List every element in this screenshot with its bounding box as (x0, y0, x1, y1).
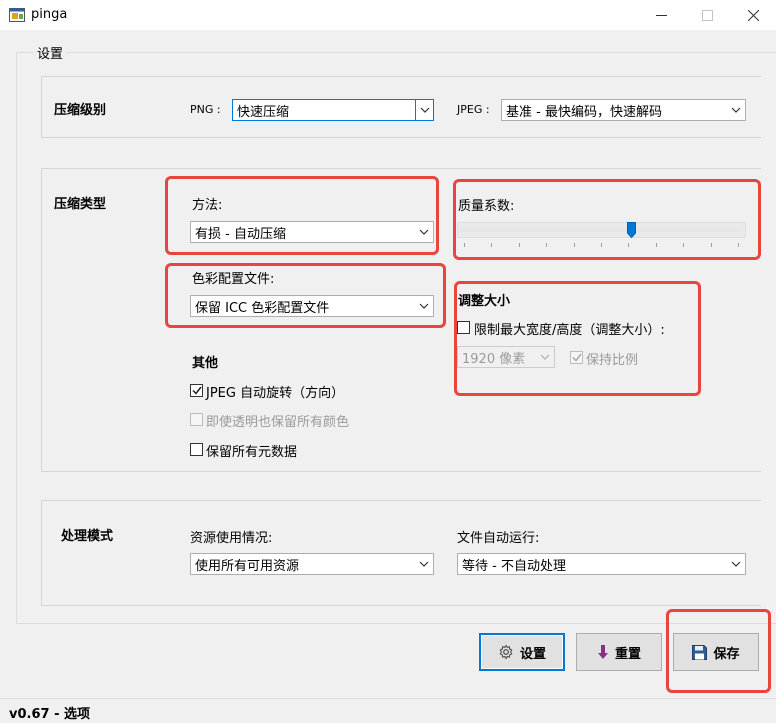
arrow-down-icon (597, 645, 608, 659)
settings-button-label: 设置 (519, 646, 546, 662)
chevron-down-icon (731, 107, 741, 113)
close-button[interactable] (730, 0, 776, 30)
settings-button[interactable]: 设置 (479, 633, 565, 671)
jpeg-auto-rotate-checkbox[interactable] (190, 384, 203, 397)
jpeg-compression-value: 基准 - 最快编码，快速解码 (506, 104, 662, 120)
maximize-icon (701, 9, 713, 21)
keep-colors-checkbox[interactable] (190, 413, 203, 426)
app-icon (9, 8, 25, 22)
auto-run-value: 等待 - 不自动处理 (462, 558, 566, 574)
quality-highlight (453, 179, 761, 260)
keep-colors-label: 即使透明也保留所有颜色 (206, 415, 350, 430)
settings-group-legend: 设置 (34, 43, 67, 62)
compression-type-title: 压缩类型 (54, 197, 107, 212)
close-icon (747, 9, 759, 21)
auto-run-label: 文件自动运行: (457, 531, 540, 546)
processing-mode-title: 处理模式 (61, 529, 114, 544)
keep-metadata-label: 保留所有元数据 (206, 445, 298, 460)
png-compression-value: 快速压缩 (237, 104, 290, 120)
maximize-button[interactable] (684, 0, 730, 30)
minimize-icon (655, 14, 667, 16)
reset-button-label: 重置 (614, 646, 641, 662)
jpeg-label: JPEG : (457, 103, 490, 116)
title-bar: pinga (0, 0, 776, 30)
other-title: 其他 (192, 356, 219, 371)
chevron-down-icon (420, 107, 429, 113)
method-highlight (165, 176, 439, 255)
keep-metadata-checkbox[interactable] (190, 443, 203, 456)
jpeg-auto-rotate-label: JPEG 自动旋转（方向） (206, 386, 345, 401)
minimize-button[interactable] (638, 0, 684, 30)
chevron-down-icon (419, 561, 429, 567)
resource-usage-label: 资源使用情况: (190, 531, 273, 546)
color-profile-highlight (165, 263, 446, 328)
window-title: pinga (31, 7, 68, 22)
auto-run-select[interactable]: 等待 - 不自动处理 (457, 553, 746, 575)
resize-highlight (454, 281, 701, 396)
status-bar: v0.67 - 选项 (0, 698, 776, 723)
resource-usage-select[interactable]: 使用所有可用资源 (190, 553, 434, 575)
compression-level-title: 压缩级别 (54, 103, 107, 118)
reset-button[interactable]: 重置 (576, 633, 662, 671)
jpeg-compression-select[interactable]: 基准 - 最快编码，快速解码 (501, 99, 746, 121)
save-highlight (666, 609, 771, 693)
gear-icon (499, 644, 513, 660)
chevron-down-icon (731, 561, 741, 567)
resource-usage-value: 使用所有可用资源 (195, 558, 300, 574)
png-compression-select[interactable]: 快速压缩 (232, 99, 434, 121)
status-text: v0.67 - 选项 (9, 707, 90, 722)
checkmark-icon (191, 386, 202, 395)
png-label: PNG : (190, 103, 221, 116)
